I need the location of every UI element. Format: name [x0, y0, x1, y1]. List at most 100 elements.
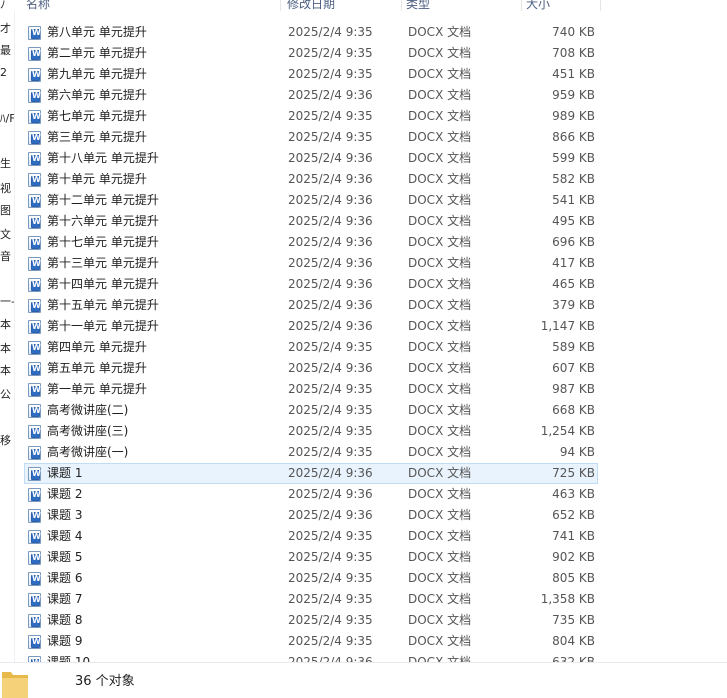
file-size: 599 KB: [552, 151, 595, 165]
file-row[interactable]: W 课题 7 2025/2/4 9:35 DOCX 文档 1,358 KB: [24, 589, 598, 610]
file-row[interactable]: W 第十七单元 单元提升 2025/2/4 9:36 DOCX 文档 696 KB: [24, 232, 598, 253]
file-row[interactable]: W 高考微讲座(三) 2025/2/4 9:35 DOCX 文档 1,254 KB: [24, 421, 598, 442]
file-type: DOCX 文档: [408, 571, 472, 585]
file-size: 1,147 KB: [540, 319, 595, 333]
word-document-icon: W: [28, 194, 41, 208]
file-row[interactable]: W 第十四单元 单元提升 2025/2/4 9:36 DOCX 文档 465 KB: [24, 274, 598, 295]
file-row[interactable]: W 课题 5 2025/2/4 9:35 DOCX 文档 902 KB: [24, 547, 598, 568]
file-row[interactable]: W 课题 3 2025/2/4 9:36 DOCX 文档 652 KB: [24, 505, 598, 526]
file-date: 2025/2/4 9:36: [288, 298, 373, 312]
file-type: DOCX 文档: [408, 487, 472, 501]
file-row[interactable]: W 高考微讲座(二) 2025/2/4 9:35 DOCX 文档 668 KB: [24, 400, 598, 421]
file-type: DOCX 文档: [408, 403, 472, 417]
file-name: 第十八单元 单元提升: [47, 151, 159, 165]
nav-item-fragment[interactable]: 音: [0, 250, 11, 264]
file-row[interactable]: W 第五单元 单元提升 2025/2/4 9:36 DOCX 文档 607 KB: [24, 358, 598, 379]
nav-item-fragment[interactable]: 本: [0, 364, 11, 378]
file-row[interactable]: W 第一单元 单元提升 2025/2/4 9:35 DOCX 文档 987 KB: [24, 379, 598, 400]
word-document-icon: W: [28, 47, 41, 61]
nav-item-fragment[interactable]: 生: [0, 157, 11, 171]
file-name: 第十二单元 单元提升: [47, 193, 159, 207]
column-divider[interactable]: [401, 0, 402, 11]
file-type: DOCX 文档: [408, 256, 472, 270]
file-date: 2025/2/4 9:35: [288, 46, 373, 60]
file-name: 第十单元 单元提升: [47, 172, 147, 186]
file-date: 2025/2/4 9:35: [288, 130, 373, 144]
file-list[interactable]: W 第八单元 单元提升 2025/2/4 9:35 DOCX 文档 740 KB W 第二单…: [14, 11, 727, 662]
column-type[interactable]: 类型: [406, 0, 430, 11]
file-row[interactable]: W 课题 8 2025/2/4 9:35 DOCX 文档 735 KB: [24, 610, 598, 631]
file-size: 959 KB: [552, 88, 595, 102]
file-row[interactable]: W 第八单元 单元提升 2025/2/4 9:35 DOCX 文档 740 KB: [24, 22, 598, 43]
nav-item-fragment[interactable]: 本: [0, 318, 11, 332]
file-date: 2025/2/4 9:35: [288, 571, 373, 585]
file-date: 2025/2/4 9:36: [288, 361, 373, 375]
nav-item-fragment[interactable]: 本: [0, 342, 11, 356]
nav-item-fragment[interactable]: 移: [0, 434, 11, 448]
nav-item-fragment[interactable]: ﾊ/F: [0, 112, 14, 126]
column-size[interactable]: 大小: [526, 0, 550, 11]
nav-item-fragment[interactable]: ﾉ: [0, 0, 6, 12]
word-document-icon: W: [28, 152, 41, 166]
file-size: 668 KB: [552, 403, 595, 417]
nav-item-fragment[interactable]: 2: [0, 66, 7, 80]
file-name: 第三单元 单元提升: [47, 130, 147, 144]
file-row[interactable]: W 课题 9 2025/2/4 9:35 DOCX 文档 804 KB: [24, 631, 598, 652]
nav-item-fragment[interactable]: 公: [0, 388, 11, 402]
file-row[interactable]: W 第十八单元 单元提升 2025/2/4 9:36 DOCX 文档 599 KB: [24, 148, 598, 169]
status-bar: 36 个对象: [0, 662, 727, 698]
file-row[interactable]: W 高考微讲座(一) 2025/2/4 9:35 DOCX 文档 94 KB: [24, 442, 598, 463]
nav-item-fragment[interactable]: 才: [0, 22, 11, 36]
file-row[interactable]: W 第九单元 单元提升 2025/2/4 9:35 DOCX 文档 451 KB: [24, 64, 598, 85]
nav-item-fragment[interactable]: 文: [0, 228, 11, 242]
file-row[interactable]: W 第四单元 单元提升 2025/2/4 9:35 DOCX 文档 589 KB: [24, 337, 598, 358]
file-row[interactable]: W 第十单元 单元提升 2025/2/4 9:36 DOCX 文档 582 KB: [24, 169, 598, 190]
file-row[interactable]: W 第十三单元 单元提升 2025/2/4 9:36 DOCX 文档 417 KB: [24, 253, 598, 274]
file-row[interactable]: W 第十六单元 单元提升 2025/2/4 9:36 DOCX 文档 495 KB: [24, 211, 598, 232]
file-type: DOCX 文档: [408, 319, 472, 333]
nav-item-fragment[interactable]: 最: [0, 44, 11, 58]
column-divider[interactable]: [521, 0, 522, 11]
file-size: 417 KB: [552, 256, 595, 270]
file-size: 379 KB: [552, 298, 595, 312]
nav-item-fragment[interactable]: 一-: [0, 295, 14, 309]
column-divider[interactable]: [280, 0, 281, 11]
file-row[interactable]: W 课题 1 2025/2/4 9:36 DOCX 文档 725 KB: [24, 463, 598, 484]
file-date: 2025/2/4 9:35: [288, 25, 373, 39]
file-row[interactable]: W 第十一单元 单元提升 2025/2/4 9:36 DOCX 文档 1,147 KB: [24, 316, 598, 337]
file-row[interactable]: W课题 102025/2/4 9:36DOCX 文档632 KB: [24, 652, 598, 662]
file-size: 541 KB: [552, 193, 595, 207]
file-row[interactable]: W 第七单元 单元提升 2025/2/4 9:35 DOCX 文档 989 KB: [24, 106, 598, 127]
file-name: 课题 10: [47, 655, 91, 662]
file-type: DOCX 文档: [408, 508, 472, 522]
nav-item-fragment[interactable]: 视: [0, 182, 11, 196]
word-document-icon: W: [28, 173, 41, 187]
file-date: 2025/2/4 9:35: [288, 634, 373, 648]
file-date: 2025/2/4 9:36: [288, 508, 373, 522]
file-row[interactable]: W 第二单元 单元提升 2025/2/4 9:35 DOCX 文档 708 KB: [24, 43, 598, 64]
column-divider[interactable]: [600, 0, 601, 11]
file-date: 2025/2/4 9:36: [288, 88, 373, 102]
file-name: 高考微讲座(三): [47, 424, 129, 438]
navigation-pane[interactable]: ﾉ才最 2 ﾊ/F 生视图文音一- 本本本公移: [0, 0, 15, 662]
file-date: 2025/2/4 9:35: [288, 340, 373, 354]
file-date: 2025/2/4 9:36: [288, 466, 373, 480]
file-date: 2025/2/4 9:35: [288, 613, 373, 627]
file-row[interactable]: W 课题 2 2025/2/4 9:36 DOCX 文档 463 KB: [24, 484, 598, 505]
file-name: 高考微讲座(一): [47, 445, 129, 459]
file-row[interactable]: W 第十二单元 单元提升 2025/2/4 9:36 DOCX 文档 541 KB: [24, 190, 598, 211]
file-name: 第二单元 单元提升: [47, 46, 147, 60]
column-date[interactable]: 修改日期: [287, 0, 335, 11]
file-name: 第十五单元 单元提升: [47, 298, 159, 312]
word-document-icon: W: [28, 278, 41, 292]
file-row[interactable]: W 第三单元 单元提升 2025/2/4 9:35 DOCX 文档 866 KB: [24, 127, 598, 148]
file-row[interactable]: W 课题 6 2025/2/4 9:35 DOCX 文档 805 KB: [24, 568, 598, 589]
word-document-icon: W: [28, 404, 41, 418]
file-row[interactable]: W 第六单元 单元提升 2025/2/4 9:36 DOCX 文档 959 KB: [24, 85, 598, 106]
nav-item-fragment[interactable]: 图: [0, 204, 11, 218]
file-row[interactable]: W 课题 4 2025/2/4 9:35 DOCX 文档 741 KB: [24, 526, 598, 547]
file-size: 463 KB: [552, 487, 595, 501]
file-row[interactable]: W 第十五单元 单元提升 2025/2/4 9:36 DOCX 文档 379 KB: [24, 295, 598, 316]
file-date: 2025/2/4 9:35: [288, 382, 373, 396]
column-name[interactable]: 名称: [26, 0, 50, 11]
